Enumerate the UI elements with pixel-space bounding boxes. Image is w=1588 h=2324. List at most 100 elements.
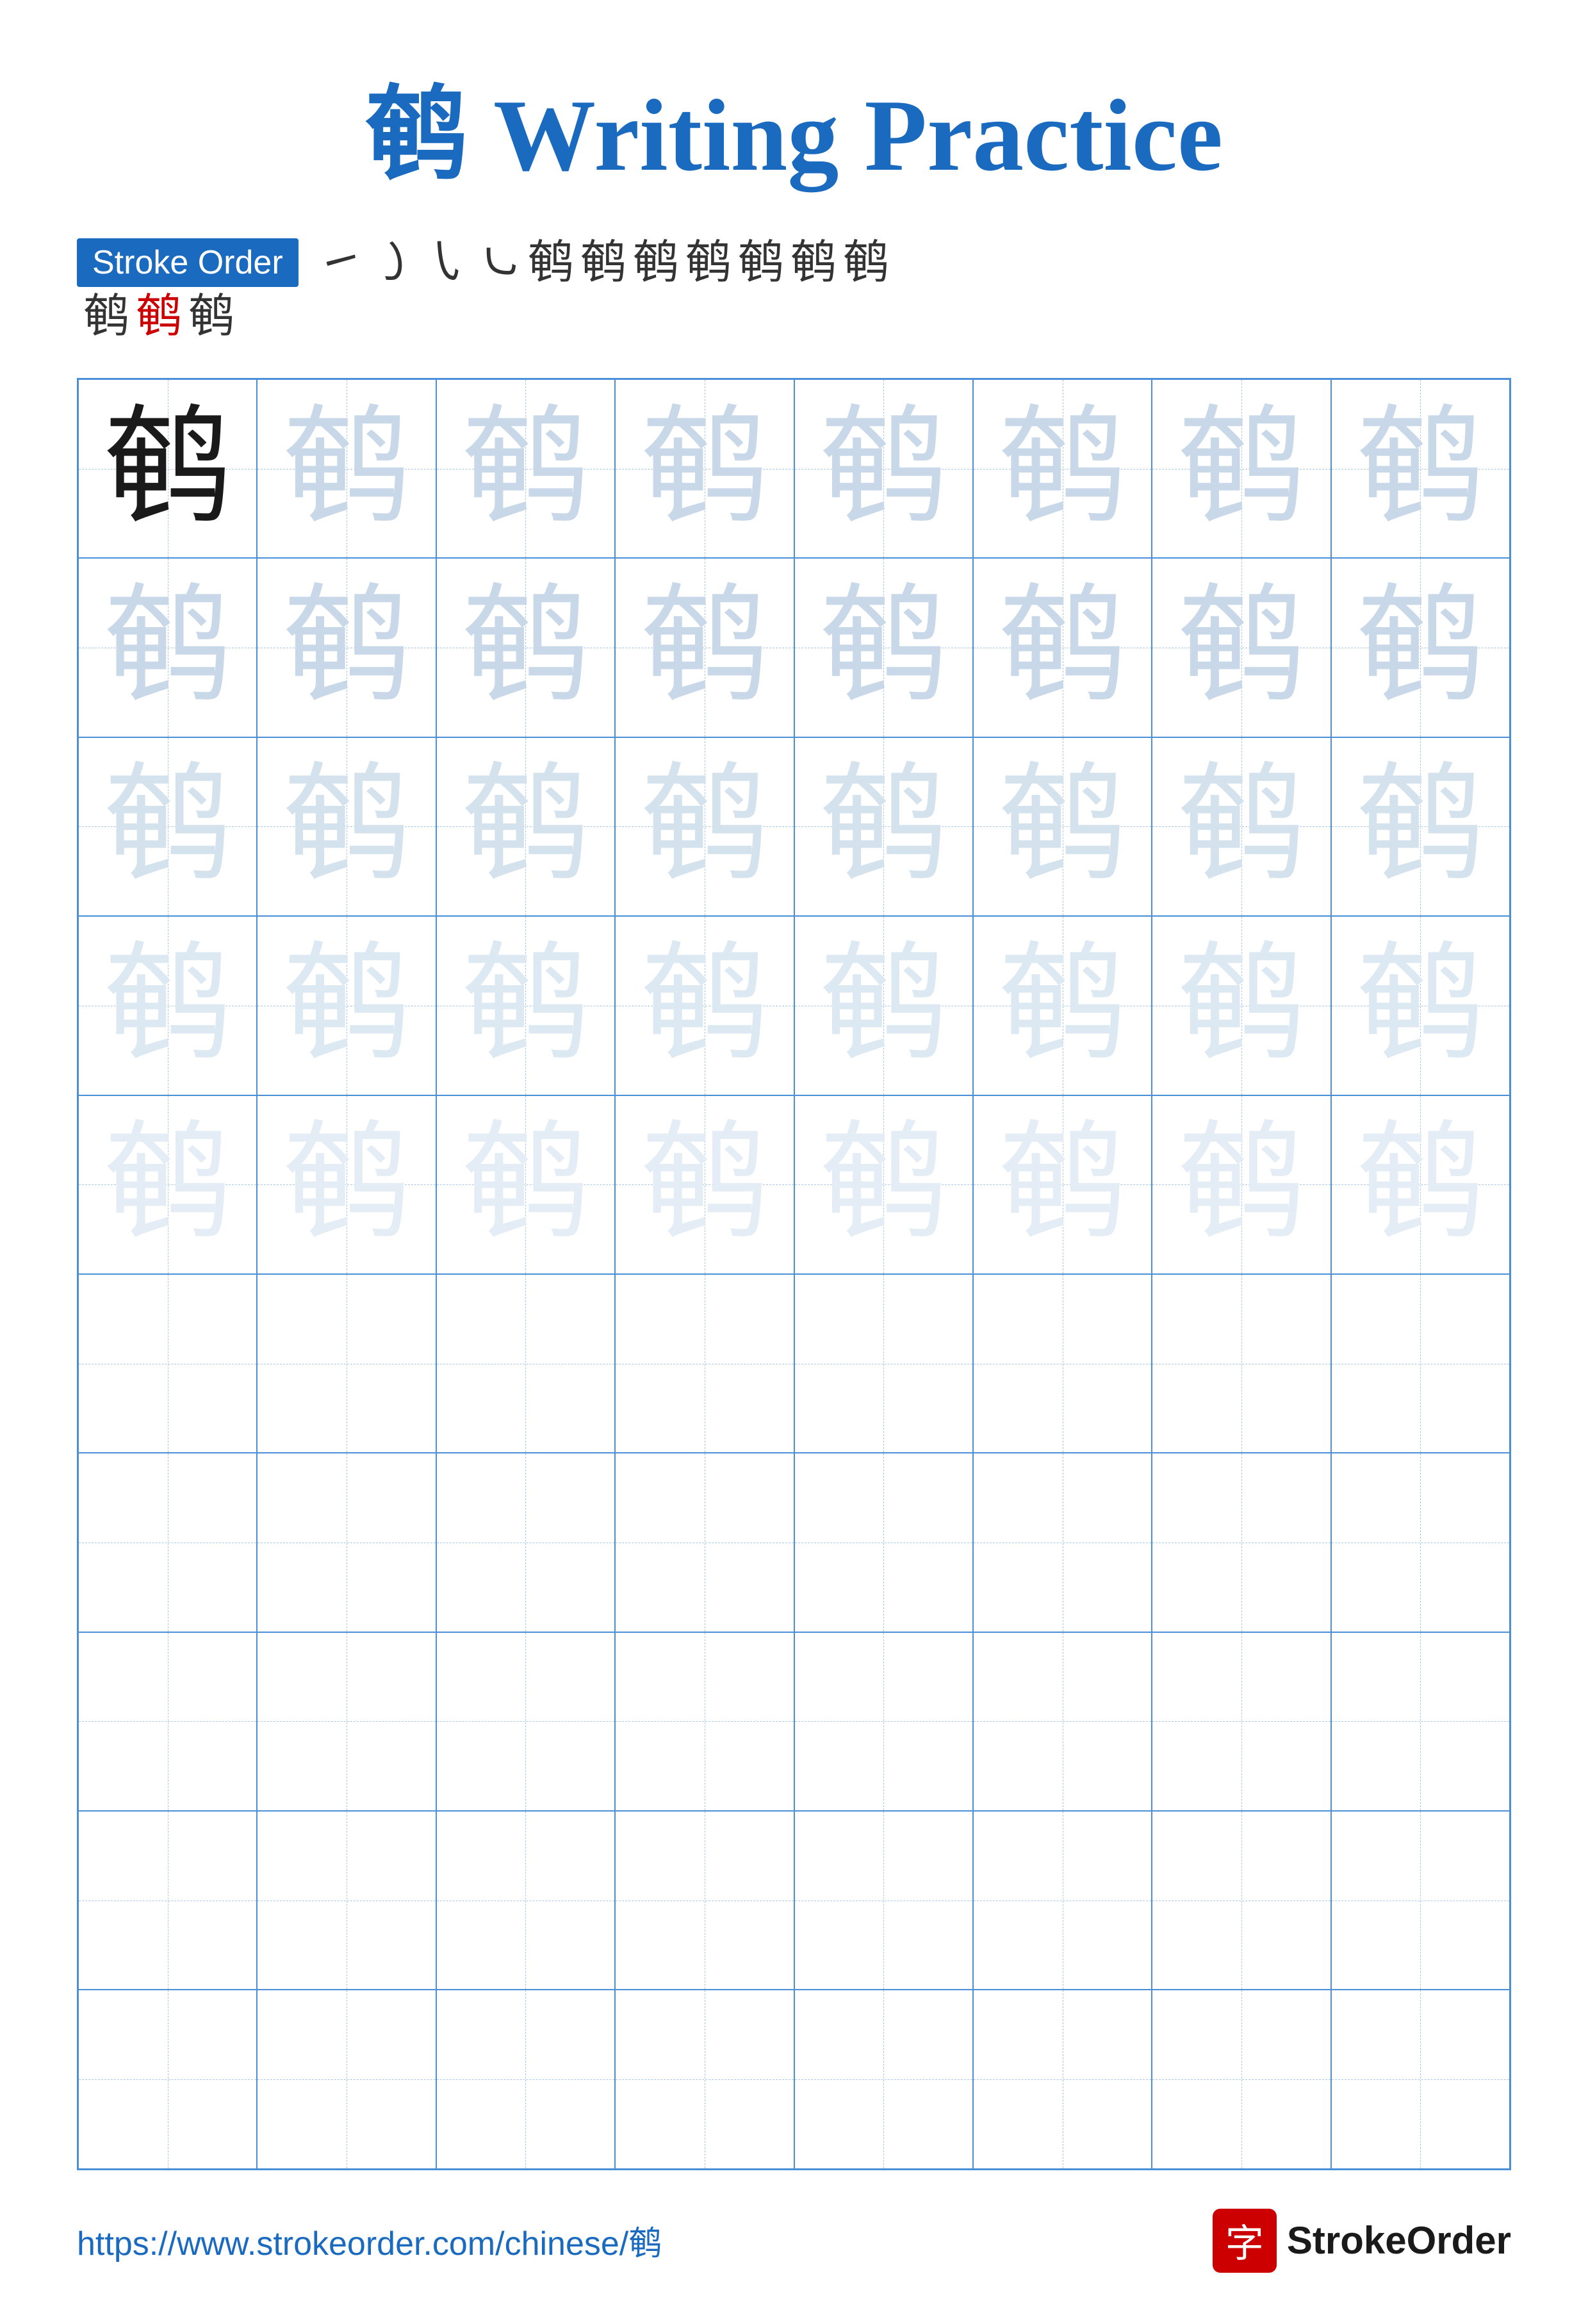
grid-cell-empty[interactable] xyxy=(78,1811,257,1990)
practice-char: 鹌 xyxy=(282,1120,411,1248)
stroke-2: ㇁ xyxy=(370,240,416,286)
grid-cell: 鹌 xyxy=(257,1095,436,1274)
practice-char: 鹌 xyxy=(819,942,947,1070)
grid-cell-empty[interactable] xyxy=(794,1811,973,1990)
grid-row-3: 鹌 鹌 鹌 鹌 鹌 鹌 鹌 鹌 xyxy=(78,737,1510,916)
practice-char: 鹌 xyxy=(999,762,1127,890)
practice-char: 鹌 xyxy=(1356,942,1484,1070)
practice-char: 鹌 xyxy=(819,762,947,890)
practice-char: 鹌 xyxy=(819,405,947,533)
grid-cell-empty[interactable] xyxy=(1331,1632,1510,1811)
stroke-order-section: Stroke Order ㇀ ㇁ ㇂ ㇃ 鹌 鹌 鹌 鹌 鹌 鹌 鹌 鹌 鹌 鹌 xyxy=(77,238,1511,340)
stroke-10: 鹌 xyxy=(790,240,837,286)
grid-cell-empty[interactable] xyxy=(78,1453,257,1632)
footer-url[interactable]: https://www.strokeorder.com/chinese/鹌 xyxy=(77,2216,662,2264)
logo-icon: 字 xyxy=(1213,2209,1277,2273)
grid-cell-empty[interactable] xyxy=(436,1274,615,1453)
grid-cell: 鹌 xyxy=(257,379,436,558)
grid-cell-empty[interactable] xyxy=(615,1453,794,1632)
grid-cell: 鹌 xyxy=(1152,1095,1330,1274)
grid-cell-empty[interactable] xyxy=(257,1274,436,1453)
grid-cell: 鹌 xyxy=(1152,379,1330,558)
grid-cell: 鹌 xyxy=(257,737,436,916)
grid-cell-empty[interactable] xyxy=(257,1632,436,1811)
grid-cell: 鹌 xyxy=(615,558,794,737)
grid-cell-empty[interactable] xyxy=(615,1990,794,2168)
practice-char: 鹌 xyxy=(104,1120,232,1248)
grid-cell-empty[interactable] xyxy=(1331,1990,1510,2168)
grid-row-1: 鹌 鹌 鹌 鹌 鹌 鹌 鹌 鹌 xyxy=(78,379,1510,558)
stroke-8: 鹌 xyxy=(685,240,732,286)
grid-cell-empty[interactable] xyxy=(973,1990,1152,2168)
grid-cell-empty[interactable] xyxy=(436,1811,615,1990)
grid-cell-empty[interactable] xyxy=(973,1811,1152,1990)
grid-cell-empty[interactable] xyxy=(615,1274,794,1453)
grid-cell: 鹌 xyxy=(436,1095,615,1274)
practice-char: 鹌 xyxy=(1356,405,1484,533)
practice-char: 鹌 xyxy=(641,942,769,1070)
grid-cell: 鹌 xyxy=(973,737,1152,916)
grid-cell: 鹌 xyxy=(257,916,436,1095)
grid-cell-empty[interactable] xyxy=(1152,1632,1330,1811)
grid-row-8 xyxy=(78,1632,1510,1811)
grid-cell-empty[interactable] xyxy=(436,1990,615,2168)
grid-row-7 xyxy=(78,1453,1510,1632)
grid-cell-empty[interactable] xyxy=(78,1274,257,1453)
grid-cell: 鹌 xyxy=(973,916,1152,1095)
logo-text: StrokeOrder xyxy=(1287,2218,1511,2263)
grid-cell: 鹌 xyxy=(1331,379,1510,558)
grid-cell-empty[interactable] xyxy=(1152,1811,1330,1990)
practice-char: 鹌 xyxy=(461,1120,589,1248)
footer-logo: 字 StrokeOrder xyxy=(1213,2209,1511,2273)
practice-char: 鹌 xyxy=(1356,584,1484,712)
stroke-3: ㇂ xyxy=(423,240,469,286)
practice-char: 鹌 xyxy=(104,942,232,1070)
grid-cell-empty[interactable] xyxy=(973,1274,1152,1453)
grid-cell-empty[interactable] xyxy=(794,1453,973,1632)
grid-cell-empty[interactable] xyxy=(78,1990,257,2168)
grid-cell-empty[interactable] xyxy=(1331,1811,1510,1990)
grid-cell-empty[interactable] xyxy=(1331,1274,1510,1453)
practice-char: 鹌 xyxy=(1177,762,1306,890)
practice-char: 鹌 xyxy=(641,584,769,712)
practice-char: 鹌 xyxy=(819,584,947,712)
grid-cell-empty[interactable] xyxy=(1152,1990,1330,2168)
practice-char: 鹌 xyxy=(999,584,1127,712)
grid-cell-empty[interactable] xyxy=(436,1632,615,1811)
grid-cell-empty[interactable] xyxy=(257,1811,436,1990)
grid-cell: 鹌 xyxy=(436,379,615,558)
grid-cell-empty[interactable] xyxy=(1331,1453,1510,1632)
grid-row-6 xyxy=(78,1274,1510,1453)
grid-cell-empty[interactable] xyxy=(257,1990,436,2168)
grid-cell-empty[interactable] xyxy=(794,1990,973,2168)
grid-cell: 鹌 xyxy=(436,737,615,916)
grid-cell-empty[interactable] xyxy=(257,1453,436,1632)
grid-cell-empty[interactable] xyxy=(794,1274,973,1453)
grid-row-5: 鹌 鹌 鹌 鹌 鹌 鹌 鹌 鹌 xyxy=(78,1095,1510,1274)
title-char: 鹌 xyxy=(365,78,468,192)
grid-cell: 鹌 xyxy=(78,1095,257,1274)
practice-char: 鹌 xyxy=(104,584,232,712)
grid-cell: 鹌 xyxy=(1331,916,1510,1095)
grid-cell-empty[interactable] xyxy=(78,1632,257,1811)
grid-cell: 鹌 xyxy=(1152,737,1330,916)
grid-cell-empty[interactable] xyxy=(794,1632,973,1811)
grid-cell-empty[interactable] xyxy=(973,1453,1152,1632)
stroke-13: 鹌 xyxy=(136,293,182,340)
grid-cell: 鹌 xyxy=(78,379,257,558)
grid-row-9 xyxy=(78,1811,1510,1990)
grid-cell-empty[interactable] xyxy=(1152,1453,1330,1632)
practice-char: 鹌 xyxy=(461,942,589,1070)
grid-cell: 鹌 xyxy=(615,737,794,916)
grid-cell: 鹌 xyxy=(436,558,615,737)
practice-char: 鹌 xyxy=(641,762,769,890)
stroke-5: 鹌 xyxy=(528,240,574,286)
practice-char: 鹌 xyxy=(999,942,1127,1070)
stroke-order-row2: 鹌 鹌 鹌 xyxy=(77,293,1511,340)
grid-cell-empty[interactable] xyxy=(436,1453,615,1632)
grid-cell-empty[interactable] xyxy=(615,1632,794,1811)
grid-cell-empty[interactable] xyxy=(973,1632,1152,1811)
stroke-4: ㇃ xyxy=(475,240,521,286)
grid-cell-empty[interactable] xyxy=(615,1811,794,1990)
grid-cell-empty[interactable] xyxy=(1152,1274,1330,1453)
